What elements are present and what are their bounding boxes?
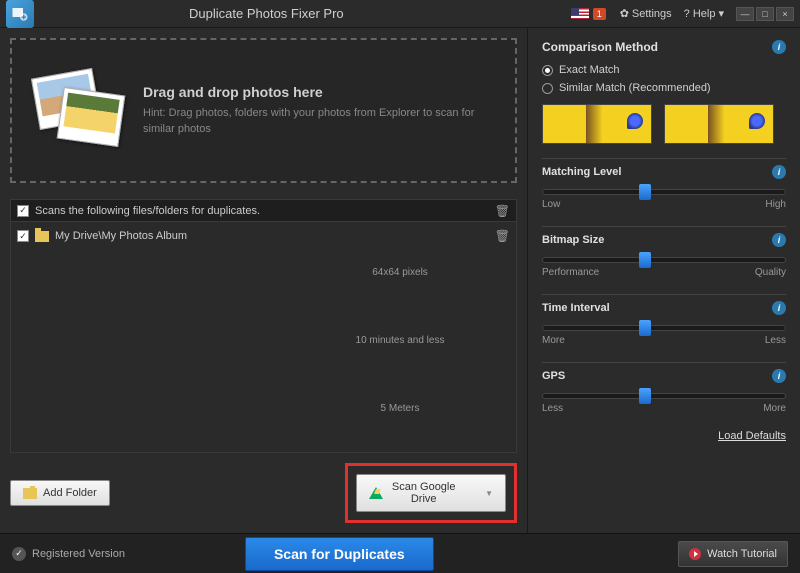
delete-item-icon[interactable]: 🗑	[495, 229, 510, 243]
time-interval-label: Time Interval	[542, 302, 610, 314]
dropzone[interactable]: Drag and drop photos here Hint: Drag pho…	[10, 38, 517, 183]
delete-all-icon[interactable]: 🗑	[495, 204, 510, 218]
language-flag-icon[interactable]	[571, 8, 589, 19]
matching-level-slider[interactable]	[542, 189, 786, 195]
app-title: Duplicate Photos Fixer Pro	[42, 6, 571, 21]
titlebar: Duplicate Photos Fixer Pro 1 ✿ Settings …	[0, 0, 800, 28]
comparison-method-heading: Comparison Method i	[542, 40, 786, 54]
folder-plus-icon	[23, 488, 37, 499]
chevron-down-icon: ▼	[485, 489, 493, 498]
play-icon	[689, 548, 701, 560]
registered-label: Registered Version	[32, 548, 125, 560]
help-button[interactable]: ? Help ▾	[678, 5, 730, 22]
filelist-header: ✓ Scans the following files/folders for …	[10, 199, 517, 221]
bitmap-size-slider[interactable]	[542, 257, 786, 263]
main-panel: Drag and drop photos here Hint: Drag pho…	[0, 28, 527, 533]
scan-for-duplicates-button[interactable]: Scan for Duplicates	[245, 537, 434, 571]
add-folder-button[interactable]: Add Folder	[10, 480, 110, 506]
exact-match-radio[interactable]: Exact Match	[542, 64, 786, 76]
radio-icon	[542, 65, 553, 76]
close-button[interactable]: ×	[776, 7, 794, 21]
item-path: My Drive\My Photos Album	[55, 230, 187, 242]
list-item[interactable]: ✓ My Drive\My Photos Album 🗑	[15, 226, 512, 246]
load-defaults-link[interactable]: Load Defaults	[542, 430, 786, 442]
gps-slider[interactable]	[542, 393, 786, 399]
check-circle-icon: ✓	[12, 547, 26, 561]
watch-tutorial-button[interactable]: Watch Tutorial	[678, 541, 788, 567]
gps-label: GPS	[542, 370, 565, 382]
highlight-box: Scan Google Drive ▼	[345, 463, 517, 523]
dropzone-heading: Drag and drop photos here	[143, 84, 497, 100]
settings-panel: Comparison Method i Exact Match Similar …	[527, 28, 800, 533]
dropzone-hint: Hint: Drag photos, folders with your pho…	[143, 106, 497, 137]
filelist-header-text: Scans the following files/folders for du…	[35, 205, 260, 217]
notification-badge[interactable]: 1	[593, 8, 606, 20]
matching-level-label: Matching Level	[542, 166, 621, 178]
similar-match-radio[interactable]: Similar Match (Recommended)	[542, 82, 786, 94]
app-logo-icon	[6, 0, 34, 28]
item-checkbox[interactable]: ✓	[17, 230, 29, 242]
bitmap-size-label: Bitmap Size	[542, 234, 604, 246]
footer: ✓ Registered Version Scan for Duplicates…	[0, 533, 800, 573]
sample-thumb-left	[542, 104, 652, 144]
minimize-button[interactable]: —	[736, 7, 754, 21]
info-icon[interactable]: i	[772, 301, 786, 315]
info-icon[interactable]: i	[772, 233, 786, 247]
settings-button[interactable]: ✿ Settings	[614, 5, 678, 22]
scan-google-drive-button[interactable]: Scan Google Drive ▼	[356, 474, 506, 512]
maximize-button[interactable]: □	[756, 7, 774, 21]
sample-thumb-right	[664, 104, 774, 144]
info-icon[interactable]: i	[772, 369, 786, 383]
folder-icon	[35, 231, 49, 242]
time-interval-slider[interactable]	[542, 325, 786, 331]
radio-icon	[542, 83, 553, 94]
google-drive-icon	[369, 487, 380, 499]
info-icon[interactable]: i	[772, 165, 786, 179]
select-all-checkbox[interactable]: ✓	[17, 205, 29, 217]
photos-icon	[30, 63, 125, 158]
info-icon[interactable]: i	[772, 40, 786, 54]
